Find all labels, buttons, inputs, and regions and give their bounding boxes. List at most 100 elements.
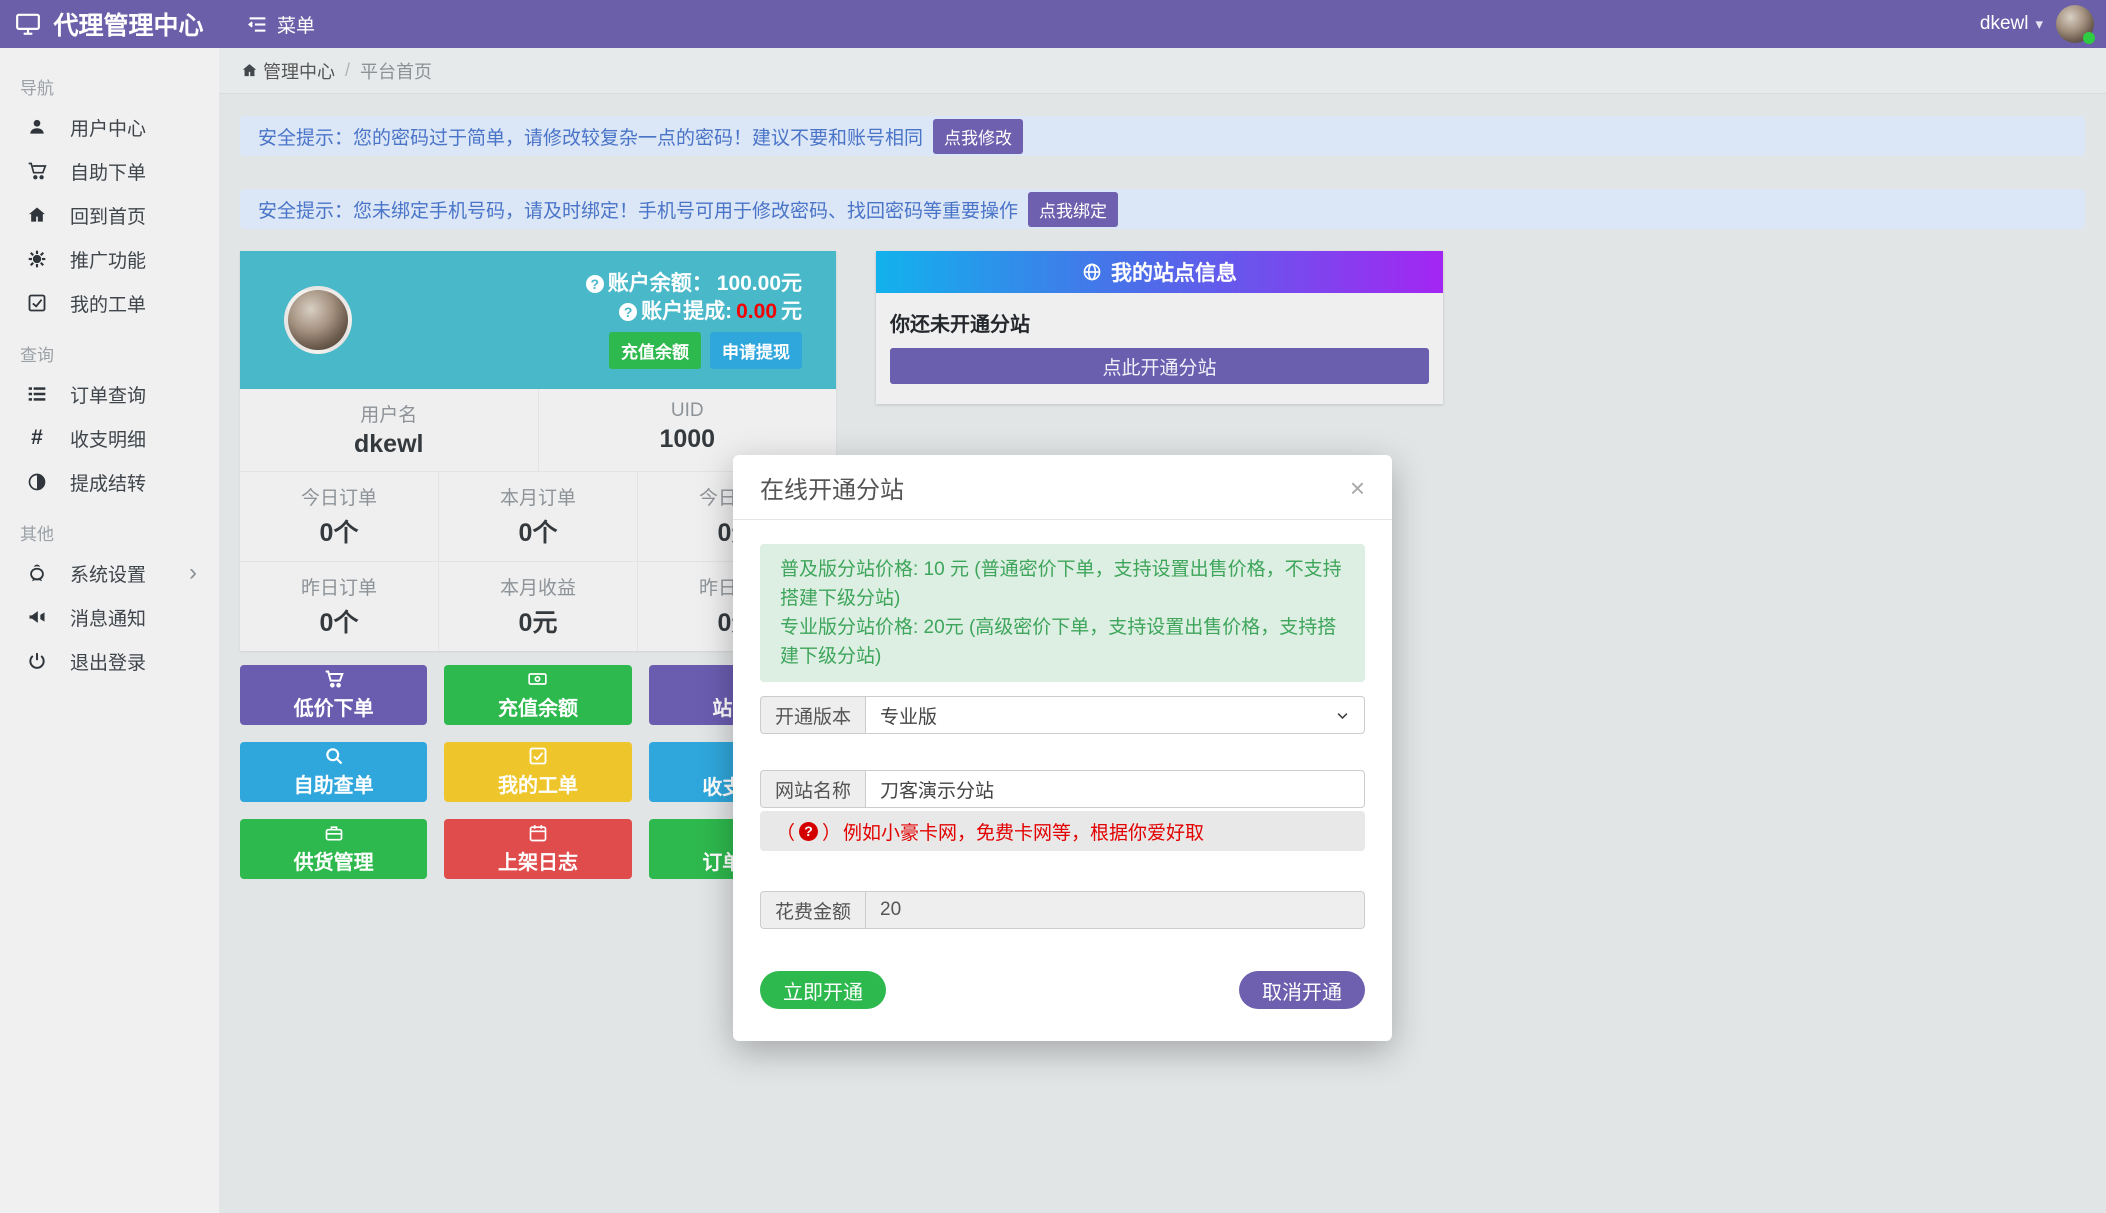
price-notice-line2: 专业版分站价格: 20元 (高级密价下单，支持设置出售价格，支持搭建下级分站) [780, 613, 1345, 671]
check-square-icon [528, 746, 548, 766]
online-status-dot [2083, 32, 2095, 44]
version-group: 开通版本 专业版 [760, 696, 1365, 734]
site-info-column: 我的站点信息 你还未开通分站 点此开通分站 [876, 251, 1443, 404]
account-card: ? 账户余额： 100.00元 ? 账户提成: 0.00 元 充值余额 [240, 251, 836, 389]
menu-toggle[interactable]: 菜单 [247, 11, 315, 38]
search-icon [324, 746, 344, 766]
check-square-icon [24, 293, 50, 313]
supply-management-button[interactable]: 供货管理 [240, 819, 427, 879]
site-name-input[interactable] [865, 770, 1365, 808]
close-icon[interactable]: × [1350, 475, 1365, 501]
cost-group: 花费金额 20 [760, 891, 1365, 929]
withdraw-button[interactable]: 申请提现 [710, 332, 802, 369]
sidebar-item-logout[interactable]: 退出登录 [0, 639, 219, 683]
my-tickets-button[interactable]: 我的工单 [444, 742, 631, 802]
chevron-right-icon: › [189, 561, 197, 585]
money-icon [527, 669, 548, 689]
question-circle-icon: ? [799, 822, 818, 841]
sidebar-item-self-order[interactable]: 自助下单 [0, 149, 219, 193]
phone-bind-alert-text: 安全提示：您未绑定手机号码，请及时绑定！手机号可用于修改密码、找回密码等重要操作 [258, 196, 1018, 223]
stat-username: 用户名 dkewl [240, 389, 538, 471]
stat-month-orders: 本月订单 0个 [438, 472, 637, 561]
site-info-header: 我的站点信息 [876, 251, 1443, 293]
change-password-button[interactable]: 点我修改 [933, 119, 1023, 154]
navbar-right: dkewl ▾ [1980, 5, 2094, 43]
open-substation-modal: 在线开通分站 × 普及版分站价格: 10 元 (普通密价下单，支持设置出售价格，… [733, 455, 1392, 1041]
open-substation-button[interactable]: 点此开通分站 [890, 348, 1429, 384]
gear-icon [24, 249, 50, 269]
balance-line: ? 账户余额： 100.00元 [586, 272, 802, 296]
cart-icon [324, 669, 344, 689]
version-selected-value: 专业版 [880, 702, 937, 729]
version-select[interactable]: 专业版 [865, 696, 1365, 734]
sidebar-item-notifications[interactable]: 消息通知 [0, 595, 219, 639]
sidebar-section-other: 其他 [0, 504, 219, 551]
shelf-log-button[interactable]: 上架日志 [444, 819, 631, 879]
commission-label: 账户提成: [641, 300, 732, 324]
home-icon [241, 62, 258, 79]
brand-title: 代理管理中心 [53, 6, 203, 42]
stat-yesterday-orders: 昨日订单 0个 [240, 562, 438, 651]
stat-today-orders: 今日订单 0个 [240, 472, 438, 561]
user-icon [24, 117, 50, 137]
sidebar-item-order-query[interactable]: 订单查询 [0, 372, 219, 416]
sidebar: 导航 用户中心 自助下单 回到首页 推广功能 我的工单 查询 订单查询 [0, 48, 219, 1213]
sidebar-section-nav: 导航 [0, 58, 219, 105]
price-notice-line1: 普及版分站价格: 10 元 (普通密价下单，支持设置出售价格，不支持搭建下级分站… [780, 555, 1345, 613]
price-notice: 普及版分站价格: 10 元 (普通密价下单，支持设置出售价格，不支持搭建下级分站… [760, 544, 1365, 682]
briefcase-icon [324, 823, 344, 843]
balance-label: 账户余额： [608, 272, 713, 296]
sidebar-item-system-settings[interactable]: 系统设置 › [0, 551, 219, 595]
chevron-down-icon: ▾ [2035, 15, 2043, 33]
commission-unit: 元 [781, 300, 802, 324]
stat-month-income: 本月收益 0元 [438, 562, 637, 651]
breadcrumb-root[interactable]: 管理中心 [263, 58, 335, 84]
cost-label: 花费金额 [760, 891, 865, 929]
password-alert: 安全提示：您的密码过于简单，请修改较复杂一点的密码！建议不要和账号相同 点我修改 [240, 116, 2085, 156]
hash-icon: # [24, 426, 50, 450]
username: dkewl [1980, 13, 2029, 35]
cheap-order-button[interactable]: 低价下单 [240, 665, 427, 725]
confirm-open-button[interactable]: 立即开通 [760, 971, 886, 1009]
recharge-balance-button[interactable]: 充值余额 [444, 665, 631, 725]
site-info-title: 我的站点信息 [1111, 257, 1237, 287]
sidebar-item-my-tickets[interactable]: 我的工单 [0, 281, 219, 325]
recharge-button[interactable]: 充值余额 [609, 332, 701, 369]
avatar[interactable] [2056, 5, 2094, 43]
settings-icon [24, 563, 50, 583]
site-name-group: 网站名称 [760, 770, 1365, 808]
site-name-hint-text: 例如小豪卡网，免费卡网等，根据你爱好取 [843, 818, 1204, 845]
modal-title: 在线开通分站 [760, 470, 904, 505]
user-dropdown[interactable]: dkewl ▾ [1980, 13, 2043, 35]
breadcrumb-current: 平台首页 [360, 58, 432, 84]
bullhorn-icon [24, 607, 50, 627]
sidebar-item-promotion[interactable]: 推广功能 [0, 237, 219, 281]
sidebar-item-home[interactable]: 回到首页 [0, 193, 219, 237]
list-icon [24, 384, 50, 404]
self-check-order-button[interactable]: 自助查单 [240, 742, 427, 802]
app-brand[interactable]: 代理管理中心 [0, 0, 219, 48]
adjust-icon [24, 472, 50, 492]
top-navbar: 代理管理中心 菜单 dkewl ▾ [0, 0, 2106, 48]
cancel-open-button[interactable]: 取消开通 [1239, 971, 1365, 1009]
version-label: 开通版本 [760, 696, 865, 734]
sidebar-item-commission-transfer[interactable]: 提成结转 [0, 460, 219, 504]
home-icon [24, 205, 50, 225]
sidebar-item-transactions[interactable]: # 收支明细 [0, 416, 219, 460]
commission-line: ? 账户提成: 0.00 元 [586, 300, 802, 324]
site-info-panel: 我的站点信息 你还未开通分站 点此开通分站 [876, 251, 1443, 404]
balance-value: 100.00元 [717, 272, 802, 296]
site-name-hint: （?） 例如小豪卡网，免费卡网等，根据你爱好取 [760, 811, 1365, 851]
phone-bind-alert: 安全提示：您未绑定手机号码，请及时绑定！手机号可用于修改密码、找回密码等重要操作… [240, 189, 2085, 229]
bind-phone-button[interactable]: 点我绑定 [1028, 192, 1118, 227]
commission-value: 0.00 [736, 300, 777, 324]
breadcrumb: 管理中心 / 平台首页 [219, 48, 2106, 94]
password-alert-text: 安全提示：您的密码过于简单，请修改较复杂一点的密码！建议不要和账号相同 [258, 123, 923, 150]
question-circle-icon[interactable]: ? [619, 303, 637, 321]
sidebar-item-user-center[interactable]: 用户中心 [0, 105, 219, 149]
chevron-down-icon [1335, 708, 1350, 723]
menu-label: 菜单 [277, 11, 315, 38]
globe-icon [1082, 262, 1102, 282]
question-circle-icon[interactable]: ? [586, 275, 604, 293]
cost-field: 20 [865, 891, 1365, 929]
